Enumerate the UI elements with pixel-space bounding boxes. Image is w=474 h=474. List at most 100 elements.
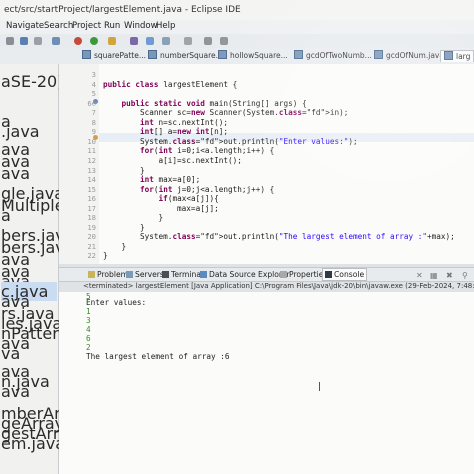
line-number: 11 (87, 146, 96, 156)
explorer-item[interactable]: .java (1, 122, 40, 141)
servers-icon (126, 271, 133, 278)
menu-window[interactable]: Window (124, 21, 158, 31)
console-output[interactable] (59, 292, 474, 474)
remove-launch-icon[interactable]: ✖ (446, 271, 453, 280)
line-number: 7 (91, 108, 96, 118)
code-line: for(int i=0;i<a.length;i++) { (140, 146, 275, 156)
code-line: max=a[j]; (103, 203, 219, 213)
menu-bar: Navigate Search Project Run Window Help (0, 20, 474, 34)
tab-gcdofnum[interactable]: gcdOfNum.java (374, 50, 444, 62)
toolbar (0, 34, 474, 48)
explorer-item[interactable]: aSE-20] (1, 72, 63, 91)
pin-console-icon[interactable]: ⚲ (462, 271, 468, 280)
tab-terminal[interactable]: Terminal (162, 270, 203, 279)
tab-hollowsquare[interactable]: hollowSquare... (218, 50, 288, 62)
tab-gcdoftwonumbers[interactable]: gcdOfTwoNumb... (294, 50, 372, 62)
text-cursor (319, 382, 320, 391)
build-icon[interactable] (52, 37, 60, 45)
print-icon[interactable] (34, 37, 42, 45)
line-number: 3 (91, 70, 96, 79)
open-type-icon[interactable] (146, 37, 154, 45)
code-line: int max=a[0]; (140, 175, 201, 185)
line-number: 6⊖ (87, 98, 96, 108)
new-class-icon[interactable] (130, 37, 138, 45)
new-file-icon[interactable] (6, 37, 14, 45)
line-number: 18 (87, 213, 96, 223)
console-input-line: 6 (86, 334, 91, 343)
menu-run[interactable]: Run (104, 21, 120, 31)
code-line: public static void main(String[] args) { (121, 98, 307, 108)
tab-squarepattern[interactable]: squarePatte... (82, 50, 146, 62)
console-terminated-status: <terminated> largestElement [Java Applic… (83, 282, 474, 290)
code-line: a[i]=sc.nextInt(); (103, 155, 242, 165)
forward-icon[interactable] (220, 37, 228, 45)
properties-icon (280, 271, 287, 278)
console-input-line: 3 (86, 316, 91, 325)
tab-numbersquare[interactable]: numberSquare... (148, 50, 223, 62)
line-number: 21 (87, 241, 96, 251)
java-file-icon (218, 50, 227, 59)
line-number: 22 (87, 251, 96, 261)
line-number: 4 (91, 79, 96, 89)
window-title: ect/src/startProject/largestElement.java… (0, 0, 474, 20)
tab-largestelement[interactable]: larg (440, 50, 474, 62)
tab-properties[interactable]: Properties (280, 270, 327, 279)
java-file-icon (82, 50, 91, 59)
code-line: } (103, 222, 145, 232)
code-line: Scanner sc=new Scanner(System.class="fd"… (103, 108, 349, 118)
close-icon[interactable]: ✕ (416, 271, 423, 280)
code-line: if(max<a[j]){ (158, 194, 219, 204)
menu-navigate[interactable]: Navigate (6, 21, 44, 31)
run-icon[interactable] (90, 37, 98, 45)
explorer-item[interactable]: ava (1, 382, 30, 401)
line-number: 5 (91, 89, 96, 99)
tab-console[interactable]: Console (322, 268, 368, 281)
external-tools-icon[interactable] (108, 37, 116, 45)
search-icon[interactable] (162, 37, 170, 45)
console-input-line: 1 (86, 307, 91, 316)
console-input-line: 2 (86, 343, 91, 352)
tab-servers[interactable]: Servers (126, 270, 164, 279)
code-line: public class largestElement { (103, 79, 238, 89)
line-number: 10 (87, 136, 96, 146)
code-line: int[] a=new int[n]; (140, 127, 229, 137)
code-line: System.class="fd">out.println("The large… (103, 232, 455, 242)
line-number: 8 (91, 117, 96, 127)
back-icon[interactable] (204, 37, 212, 45)
code-line: } (103, 241, 127, 251)
line-number: 14 (87, 175, 96, 185)
console-icon (325, 271, 332, 278)
line-number: 12 (87, 155, 96, 165)
explorer-item[interactable]: a (1, 206, 11, 225)
console-result: The largest element of array :6 (86, 352, 230, 361)
java-file-icon (148, 50, 157, 59)
line-number: 13 (87, 165, 96, 175)
menu-project[interactable]: Project (72, 21, 101, 31)
code-line: } (103, 165, 145, 175)
console-prompt: Enter values: (86, 298, 147, 307)
database-icon (200, 271, 207, 278)
debug-icon[interactable] (74, 37, 82, 45)
tab-data-source-explorer[interactable]: Data Source Explorer (200, 270, 290, 279)
code-line: System.class="fd">out.println("Enter val… (103, 136, 358, 146)
line-number: 20 (87, 232, 96, 242)
explorer-item[interactable]: va (1, 344, 20, 363)
code-line: } (103, 213, 164, 223)
menu-help[interactable]: Help (156, 21, 175, 31)
explorer-item[interactable]: ava (1, 164, 30, 183)
clear-console-icon[interactable]: ▦ (430, 271, 438, 280)
explorer-item[interactable]: em.java (1, 434, 65, 453)
java-file-icon (294, 50, 303, 59)
line-number: 17 (87, 203, 96, 213)
java-file-icon (374, 50, 383, 59)
line-number: 15 (87, 184, 96, 194)
annotation-icon[interactable] (184, 37, 192, 45)
line-number: 16 (87, 194, 96, 204)
code-line: int n=sc.nextInt(); (140, 117, 228, 127)
code-line: for(int j=0;j<a.length;j++) { (140, 184, 275, 194)
code-line: } (103, 251, 108, 261)
line-number: 9 (91, 127, 96, 137)
menu-search[interactable]: Search (44, 21, 73, 31)
save-icon[interactable] (20, 37, 28, 45)
problems-icon (88, 271, 95, 278)
